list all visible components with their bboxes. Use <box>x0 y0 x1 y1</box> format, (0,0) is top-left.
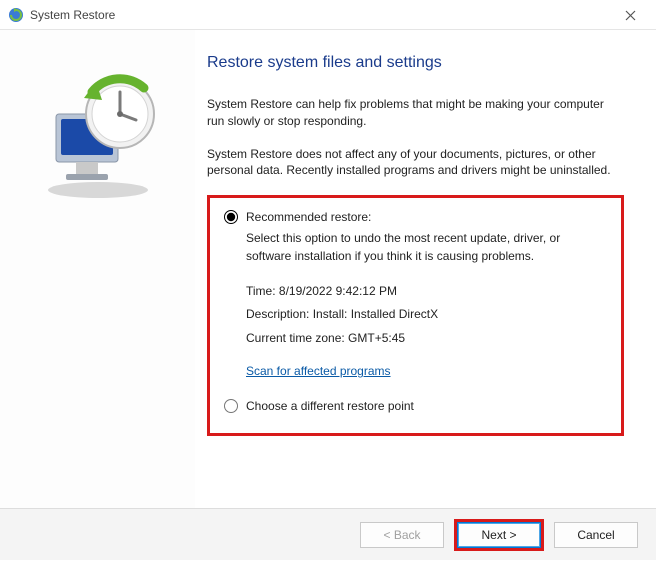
restore-illustration-icon <box>28 62 168 202</box>
recommended-restore-label: Recommended restore: <box>246 210 371 224</box>
recommended-restore-radio[interactable] <box>224 210 238 224</box>
close-button[interactable] <box>610 4 650 26</box>
restore-time: Time: 8/19/2022 9:42:12 PM <box>246 283 607 300</box>
intro-paragraph-2: System Restore does not affect any of yo… <box>207 146 624 180</box>
window-title: System Restore <box>30 8 115 22</box>
different-restore-label: Choose a different restore point <box>246 399 414 413</box>
main-panel: Restore system files and settings System… <box>195 30 656 508</box>
restore-timezone: Current time zone: GMT+5:45 <box>246 330 607 347</box>
recommended-details: Select this option to undo the most rece… <box>246 230 607 380</box>
scan-affected-programs-link[interactable]: Scan for affected programs <box>246 363 391 380</box>
recommended-description: Select this option to undo the most rece… <box>246 230 607 265</box>
restore-app-icon <box>8 7 24 23</box>
recommended-restore-option[interactable]: Recommended restore: <box>224 210 607 224</box>
footer: < Back Next > Cancel <box>0 508 656 560</box>
back-button: < Back <box>360 522 444 548</box>
different-restore-option[interactable]: Choose a different restore point <box>224 399 607 413</box>
cancel-button[interactable]: Cancel <box>554 522 638 548</box>
titlebar: System Restore <box>0 0 656 30</box>
restore-description: Description: Install: Installed DirectX <box>246 306 607 323</box>
next-button[interactable]: Next > <box>457 522 541 548</box>
content: Restore system files and settings System… <box>0 30 656 508</box>
page-heading: Restore system files and settings <box>207 54 624 72</box>
next-button-highlight: Next > <box>454 519 544 551</box>
different-restore-radio[interactable] <box>224 399 238 413</box>
sidebar <box>0 30 195 508</box>
intro-paragraph-1: System Restore can help fix problems tha… <box>207 96 624 130</box>
restore-options-box: Recommended restore: Select this option … <box>207 195 624 435</box>
